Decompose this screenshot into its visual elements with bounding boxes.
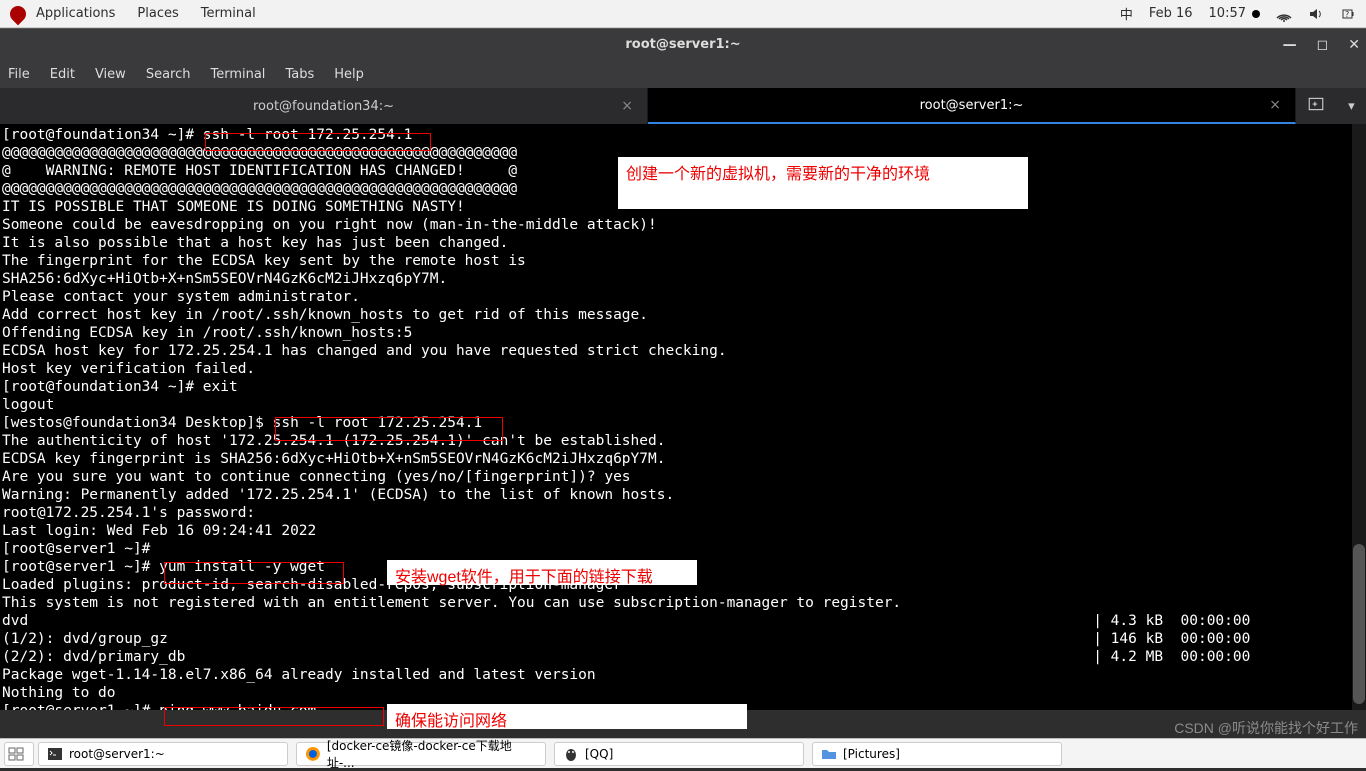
applications-menu[interactable]: Applications <box>36 6 115 21</box>
terminal-line: (1/2): dvd/group_gz | 146 kB 00:00:00 <box>2 630 1364 648</box>
terminal-line: [root@foundation34 ~]# exit <box>2 378 1364 396</box>
taskbar-label: [Pictures] <box>843 747 900 761</box>
terminal-line: Please contact your system administrator… <box>2 288 1364 306</box>
firefox-icon <box>305 746 321 762</box>
menu-search[interactable]: Search <box>146 67 191 82</box>
terminal-line: [root@server1 ~]# <box>2 540 1364 558</box>
close-button[interactable]: ✕ <box>1348 37 1360 53</box>
taskbar-item-firefox[interactable]: [docker-ce镜像-docker-ce下载地址-... <box>296 742 546 766</box>
terminal-tabbar: root@foundation34:~ × root@server1:~ × ▾ <box>0 88 1366 124</box>
menu-tabs[interactable]: Tabs <box>285 67 314 82</box>
battery-icon[interactable]: ? <box>1340 6 1356 22</box>
taskbar-item-pictures[interactable]: [Pictures] <box>812 742 1062 766</box>
tab-label: root@foundation34:~ <box>253 99 394 114</box>
terminal-line: [root@foundation34 ~]# ssh -l root 172.2… <box>2 126 1364 144</box>
tab-dropdown-icon[interactable]: ▾ <box>1348 99 1355 114</box>
taskbar-label: [QQ] <box>585 747 613 761</box>
tab-close-icon[interactable]: × <box>621 98 633 114</box>
terminal-line: Package wget-1.14-18.el7.x86_64 already … <box>2 666 1364 684</box>
annotation-note-network: 确保能访问网络 <box>387 704 747 729</box>
menu-terminal[interactable]: Terminal <box>210 67 265 82</box>
terminal-line: logout <box>2 396 1364 414</box>
terminal-line: Offending ECDSA key in /root/.ssh/known_… <box>2 324 1364 342</box>
places-menu[interactable]: Places <box>137 6 178 21</box>
tab-label: root@server1:~ <box>920 98 1024 113</box>
new-tab-icon[interactable] <box>1307 95 1325 117</box>
volume-icon[interactable] <box>1308 6 1324 22</box>
scrollbar-thumb[interactable] <box>1353 544 1365 704</box>
menu-view[interactable]: View <box>95 67 126 82</box>
folder-icon <box>821 746 837 762</box>
ime-indicator[interactable]: 中 <box>1120 4 1133 23</box>
network-icon[interactable] <box>1276 6 1292 22</box>
desktop-icon <box>8 746 24 762</box>
annotation-note-vm: 创建一个新的虚拟机，需要新的干净的环境 <box>618 157 1028 209</box>
terminal-line: Add correct host key in /root/.ssh/known… <box>2 306 1364 324</box>
bottom-taskbar: root@server1:~ [docker-ce镜像-docker-ce下载地… <box>0 738 1366 768</box>
terminal-line: Last login: Wed Feb 16 09:24:41 2022 <box>2 522 1364 540</box>
scrollbar-track[interactable] <box>1352 124 1366 710</box>
terminal-icon <box>47 746 63 762</box>
terminal-line: SHA256:6dXyc+HiOtb+X+nSm5SEOVrN4GzK6cM2i… <box>2 270 1364 288</box>
show-desktop-button[interactable] <box>4 742 34 766</box>
qq-icon <box>563 746 579 762</box>
terminal-line: [westos@foundation34 Desktop]$ ssh -l ro… <box>2 414 1364 432</box>
minimize-button[interactable]: — <box>1283 37 1297 53</box>
window-titlebar[interactable]: root@server1:~ — ◻ ✕ <box>0 28 1366 60</box>
gnome-topbar: Applications Places Terminal 中 Feb 16 10… <box>0 0 1366 28</box>
terminal-line: This system is not registered with an en… <box>2 594 1364 612</box>
terminal-line: Nothing to do <box>2 684 1364 702</box>
window-title: root@server1:~ <box>625 37 740 52</box>
redhat-icon <box>7 2 30 25</box>
tab-close-icon[interactable]: × <box>1269 97 1281 113</box>
annotation-note-wget: 安装wget软件，用于下面的链接下载 <box>387 560 697 585</box>
terminal-output[interactable]: [root@foundation34 ~]# ssh -l root 172.2… <box>0 124 1366 710</box>
taskbar-label: root@server1:~ <box>69 747 165 761</box>
terminal-menu[interactable]: Terminal <box>201 6 256 21</box>
terminal-menubar: File Edit View Search Terminal Tabs Help <box>0 60 1366 88</box>
terminal-line: Host key verification failed. <box>2 360 1364 378</box>
clock-time[interactable]: 10:57 <box>1209 6 1260 21</box>
terminal-line: ECDSA key fingerprint is SHA256:6dXyc+Hi… <box>2 450 1364 468</box>
svg-text:?: ? <box>1345 10 1349 19</box>
menu-help[interactable]: Help <box>334 67 364 82</box>
terminal-line: The authenticity of host '172.25.254.1 (… <box>2 432 1364 450</box>
terminal-line: Someone could be eavesdropping on you ri… <box>2 216 1364 234</box>
taskbar-label: [docker-ce镜像-docker-ce下载地址-... <box>327 737 537 771</box>
terminal-line: The fingerprint for the ECDSA key sent b… <box>2 252 1364 270</box>
menu-edit[interactable]: Edit <box>50 67 75 82</box>
terminal-line: (2/2): dvd/primary_db | 4.2 MB 00:00:00 <box>2 648 1364 666</box>
taskbar-item-qq[interactable]: [QQ] <box>554 742 804 766</box>
clock-date[interactable]: Feb 16 <box>1149 6 1193 21</box>
taskbar-item-terminal[interactable]: root@server1:~ <box>38 742 288 766</box>
menu-file[interactable]: File <box>8 67 30 82</box>
terminal-line: It is also possible that a host key has … <box>2 234 1364 252</box>
terminal-line: dvd | 4.3 kB 00:00:00 <box>2 612 1364 630</box>
terminal-line: Are you sure you want to continue connec… <box>2 468 1364 486</box>
tab-server1[interactable]: root@server1:~ × <box>648 88 1296 124</box>
maximize-button[interactable]: ◻ <box>1317 37 1329 53</box>
watermark: CSDN @听说你能找个好工作 <box>1174 718 1358 738</box>
terminal-line: ECDSA host key for 172.25.254.1 has chan… <box>2 342 1364 360</box>
terminal-line: Warning: Permanently added '172.25.254.1… <box>2 486 1364 504</box>
tab-foundation34[interactable]: root@foundation34:~ × <box>0 88 648 124</box>
terminal-line: root@172.25.254.1's password: <box>2 504 1364 522</box>
